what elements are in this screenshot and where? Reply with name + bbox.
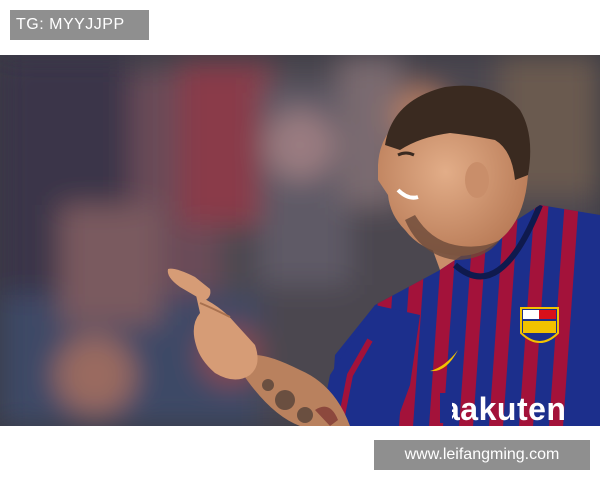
club-crest-icon bbox=[520, 307, 559, 343]
watermark-bottom-badge: www.leifangming.com bbox=[374, 440, 590, 470]
watermark-top-badge: TG: MYYJJPP bbox=[10, 10, 149, 40]
jersey-sponsor-text: aakuten bbox=[442, 391, 566, 426]
player-photo: aakuten bbox=[0, 55, 600, 426]
